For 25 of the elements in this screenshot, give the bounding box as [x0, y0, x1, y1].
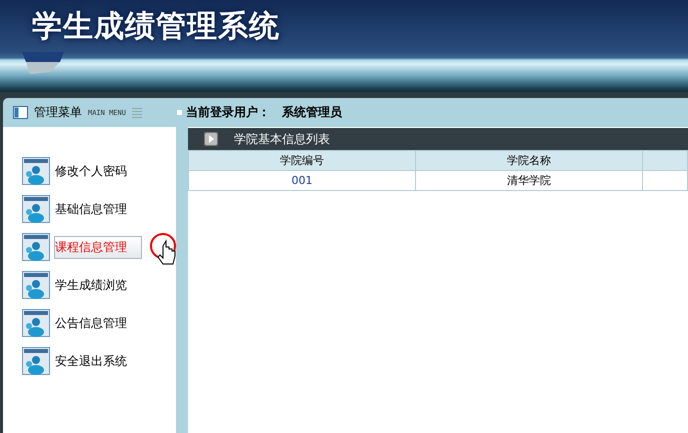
menu-item[interactable]: 课程信息管理 — [54, 236, 142, 258]
users-icon — [22, 309, 50, 337]
users-icon — [22, 195, 50, 223]
users-icon — [22, 347, 50, 375]
menu-layout-icon — [13, 106, 28, 119]
bullet-icon — [177, 110, 182, 115]
lines-icon — [132, 106, 142, 118]
users-icon — [22, 271, 50, 299]
panel-title: 学院基本信息列表 — [234, 130, 330, 148]
menu-item[interactable]: 公告信息管理 — [54, 312, 142, 334]
table-cell: 清华学院 — [416, 170, 642, 190]
users-icon — [22, 233, 50, 261]
menu-title: 管理菜单 — [34, 104, 82, 121]
users-icon — [22, 157, 50, 185]
column-header: 学院名称 — [416, 150, 642, 170]
menu-item[interactable]: 学生成绩浏览 — [54, 274, 142, 296]
menu-item[interactable]: 修改个人密码 — [54, 160, 142, 182]
menu-item[interactable]: 安全退出系统 — [54, 350, 142, 372]
table-cell: 001 — [188, 170, 416, 190]
column-header: 学院编号 — [188, 150, 416, 170]
play-icon — [204, 132, 218, 146]
user-name: 系统管理员 — [282, 104, 342, 121]
menu-item[interactable]: 基础信息管理 — [54, 198, 142, 220]
app-title: 学生成绩管理系统 — [31, 8, 280, 46]
user-label: 当前登录用户： — [186, 104, 270, 121]
